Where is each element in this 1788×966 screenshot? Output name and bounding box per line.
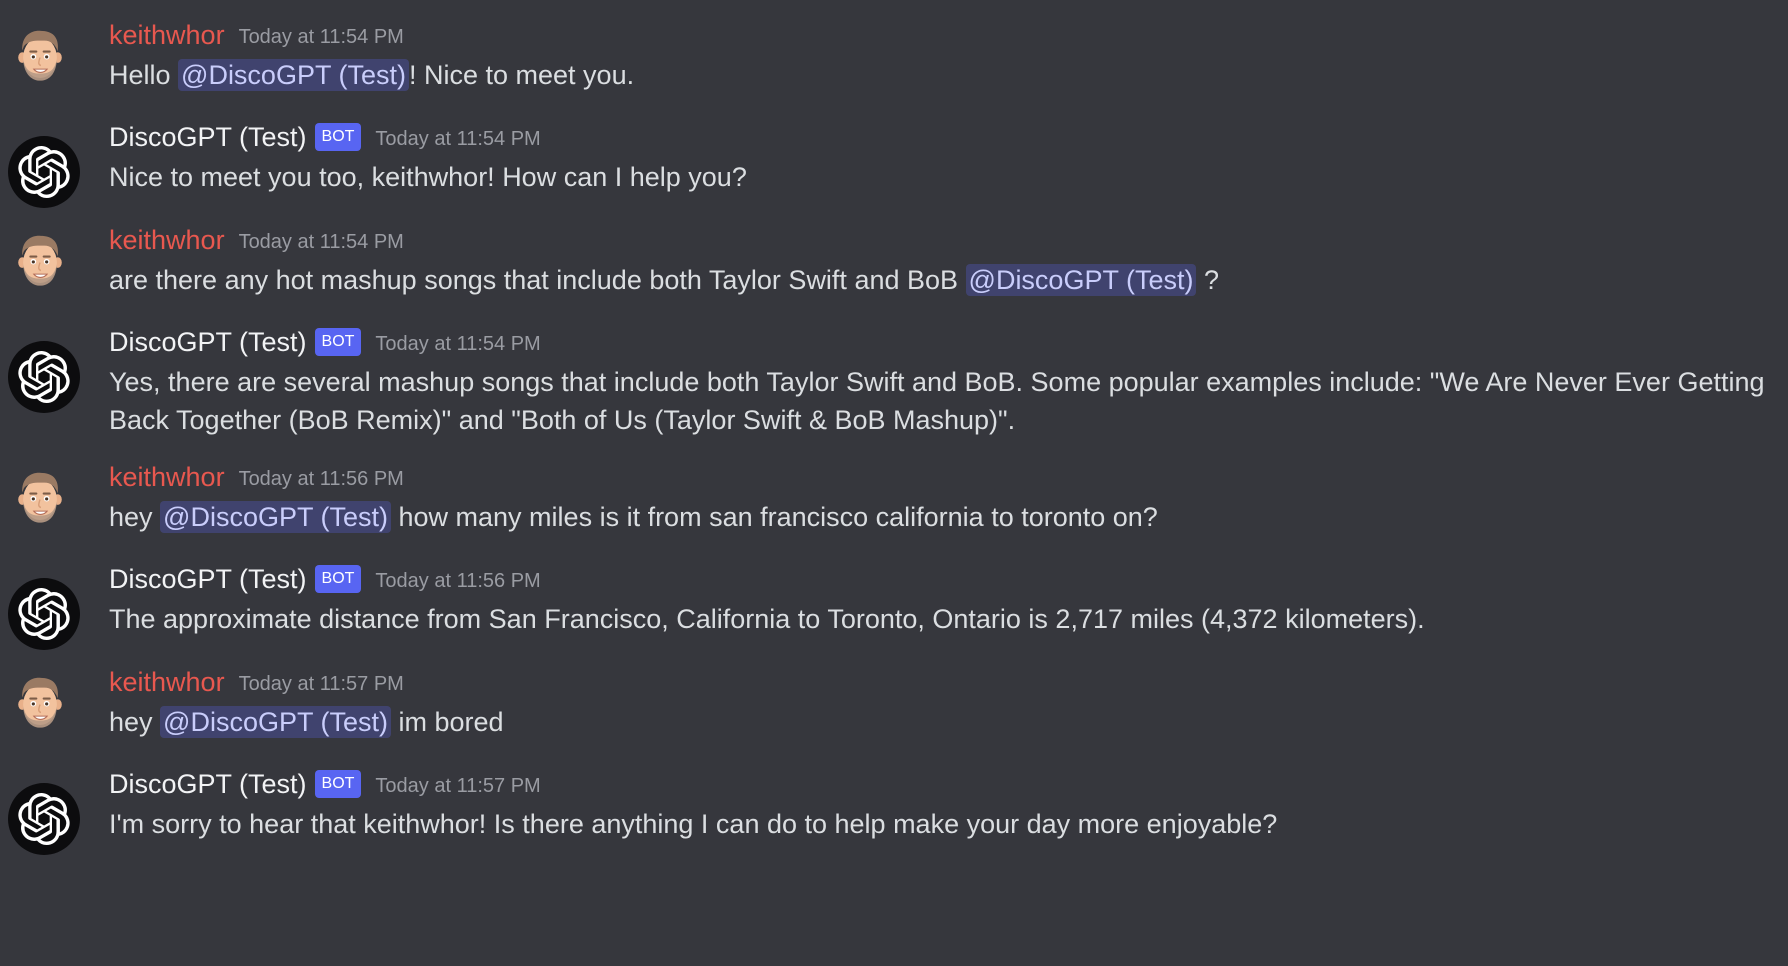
message-header: keithwhor Today at 11:57 PM: [109, 665, 404, 699]
bot-tag-badge: BOT: [314, 123, 362, 151]
user-avatar[interactable]: [8, 667, 80, 739]
bot-avatar[interactable]: [8, 341, 80, 413]
memoji-avatar-icon: [8, 667, 72, 735]
user-mention[interactable]: @DiscoGPT (Test): [160, 501, 391, 533]
bot-avatar[interactable]: [8, 136, 80, 208]
message-content: hey @DiscoGPT (Test) how many miles is i…: [109, 498, 1779, 536]
bot-tag-badge: BOT: [314, 565, 362, 593]
message-text: Nice to meet you too, keithwhor! How can…: [109, 162, 747, 192]
message-text: how many miles is it from san francisco …: [391, 502, 1158, 532]
author-name[interactable]: DiscoGPT (Test): [109, 564, 307, 595]
message-content: I'm sorry to hear that keithwhor! Is the…: [109, 805, 1779, 843]
memoji-avatar-icon: [8, 20, 72, 88]
author-name[interactable]: keithwhor: [109, 20, 225, 51]
chat-messages: keithwhor Today at 11:54 PM Hello @DiscoGP…: [0, 0, 1788, 966]
message-header: DiscoGPT (Test) BOT Today at 11:54 PM: [109, 325, 541, 359]
message-timestamp[interactable]: Today at 11:56 PM: [375, 570, 540, 593]
message-header: keithwhor Today at 11:54 PM: [109, 18, 404, 52]
message-timestamp[interactable]: Today at 11:54 PM: [375, 128, 540, 151]
message-text: I'm sorry to hear that keithwhor! Is the…: [109, 809, 1278, 839]
message-text: The approximate distance from San Franci…: [109, 604, 1425, 634]
memoji-avatar-icon: [8, 225, 72, 293]
user-avatar[interactable]: [8, 225, 80, 297]
user-avatar[interactable]: [8, 462, 80, 534]
author-name[interactable]: keithwhor: [109, 667, 225, 698]
bot-avatar[interactable]: [8, 783, 80, 855]
message-timestamp[interactable]: Today at 11:54 PM: [239, 26, 404, 49]
author-name[interactable]: DiscoGPT (Test): [109, 769, 307, 800]
message-header: DiscoGPT (Test) BOT Today at 11:56 PM: [109, 562, 541, 596]
author-name[interactable]: keithwhor: [109, 225, 225, 256]
message-content: Hello @DiscoGPT (Test)! Nice to meet you…: [109, 56, 1779, 94]
user-mention[interactable]: @DiscoGPT (Test): [160, 706, 391, 738]
openai-logo-icon: [18, 793, 70, 845]
message-content: Nice to meet you too, keithwhor! How can…: [109, 158, 1779, 196]
message-text: Yes, there are several mashup songs that…: [109, 367, 1765, 435]
memoji-avatar-icon: [8, 462, 72, 530]
author-name[interactable]: keithwhor: [109, 462, 225, 493]
message-timestamp[interactable]: Today at 11:54 PM: [375, 333, 540, 356]
bot-tag-badge: BOT: [314, 328, 362, 356]
message-content: are there any hot mashup songs that incl…: [109, 261, 1779, 299]
message-timestamp[interactable]: Today at 11:57 PM: [375, 775, 540, 798]
message-timestamp[interactable]: Today at 11:56 PM: [239, 468, 404, 491]
message-text: hey: [109, 502, 161, 532]
message-text: hey: [109, 707, 161, 737]
message-header: keithwhor Today at 11:56 PM: [109, 460, 404, 494]
user-mention[interactable]: @DiscoGPT (Test): [965, 264, 1197, 296]
message-header: keithwhor Today at 11:54 PM: [109, 223, 404, 257]
bot-tag-badge: BOT: [314, 770, 362, 798]
message-timestamp[interactable]: Today at 11:54 PM: [239, 231, 404, 254]
openai-logo-icon: [18, 146, 70, 198]
author-name[interactable]: DiscoGPT (Test): [109, 327, 307, 358]
message-text: ?: [1196, 265, 1220, 295]
openai-logo-icon: [18, 351, 70, 403]
user-avatar[interactable]: [8, 20, 80, 92]
message-text: are there any hot mashup songs that incl…: [109, 265, 966, 295]
user-mention[interactable]: @DiscoGPT (Test): [178, 59, 409, 91]
message-timestamp[interactable]: Today at 11:57 PM: [239, 673, 404, 696]
message-text: ! Nice to meet you.: [408, 60, 635, 90]
message-content: Yes, there are several mashup songs that…: [109, 363, 1779, 439]
bot-avatar[interactable]: [8, 578, 80, 650]
message-header: DiscoGPT (Test) BOT Today at 11:57 PM: [109, 767, 541, 801]
message-text: im bored: [391, 707, 504, 737]
message-text: Hello: [109, 60, 179, 90]
message-content: hey @DiscoGPT (Test) im bored: [109, 703, 1779, 741]
author-name[interactable]: DiscoGPT (Test): [109, 122, 307, 153]
openai-logo-icon: [18, 588, 70, 640]
message-header: DiscoGPT (Test) BOT Today at 11:54 PM: [109, 120, 541, 154]
message-content: The approximate distance from San Franci…: [109, 600, 1779, 638]
